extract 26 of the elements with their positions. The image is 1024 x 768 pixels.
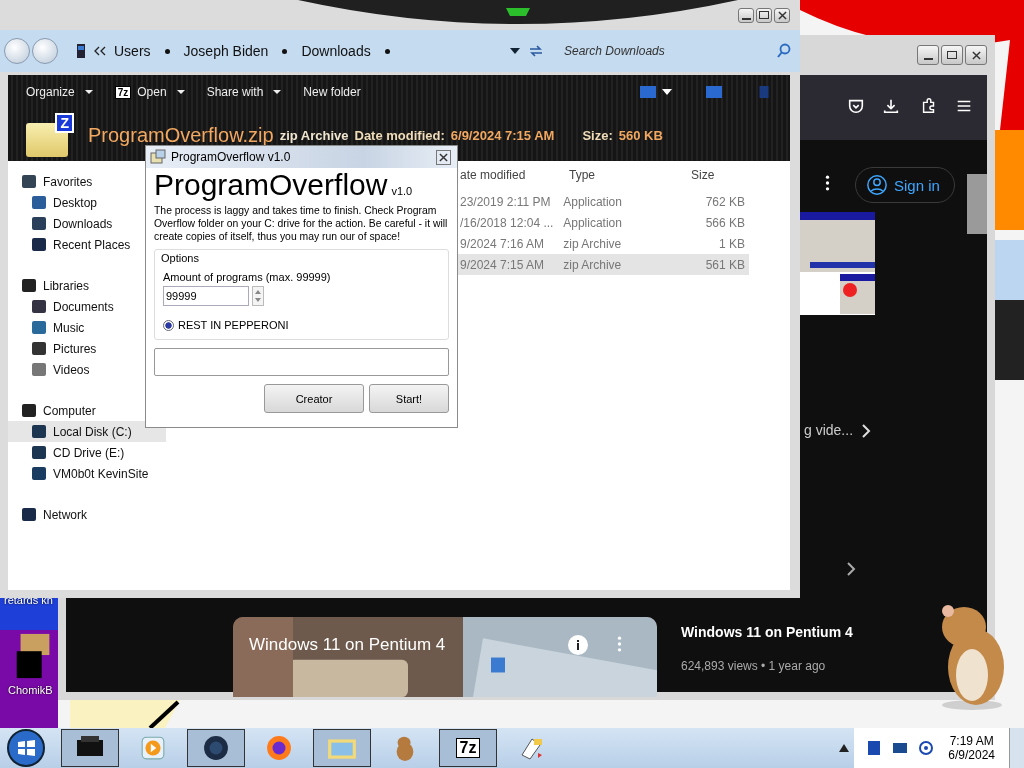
description: The process is laggy and takes time to finish. Check Program Overflow folder on your C: drive for the action. Be careful - it will create copies of itself, thus you may run our of space! [154,204,449,243]
file-type: zip Archive [279,127,349,143]
detail-value: 6/9/2024 7:15 AM [450,127,555,143]
table-cell-text: Application [562,215,623,230]
table-cell-text: 1 KB [718,236,746,251]
file-name: ProgramOverflow.zip [88,123,274,147]
table-cell-text: 9/2024 7:15 AM [459,257,546,272]
group-label: Options [161,252,200,264]
table-cell-text: 566 KB [704,215,746,230]
video-title: Windows 11 on Pentium 4 [249,635,446,655]
table-cell-text: 561 KB [704,257,746,272]
detail-label: Size: [582,127,613,143]
table-cell-text: Application [562,194,623,209]
window-title: ProgramOverflow v1.0 [171,150,291,164]
app-heading: ProgramOverflow [154,168,388,202]
table-cell-text: zip Archive [562,257,623,272]
table-cell-text: /16/2018 12:04 ... [459,215,555,230]
table-cell-text: zip Archive [562,236,623,251]
video-meta: 624,893 views • 1 year ago [681,659,826,673]
table-cell-text: 762 KB [704,194,746,209]
table-cell-text: 9/2024 7:16 AM [459,236,546,251]
version-label: v1.0 [391,185,413,197]
detail-label: Date modified: [354,127,445,143]
field-label: Amount of programs (max. 99999) [163,271,332,283]
detail-value: 560 KB [618,127,663,143]
table-cell-text: 23/2019 2:11 PM [459,194,552,209]
